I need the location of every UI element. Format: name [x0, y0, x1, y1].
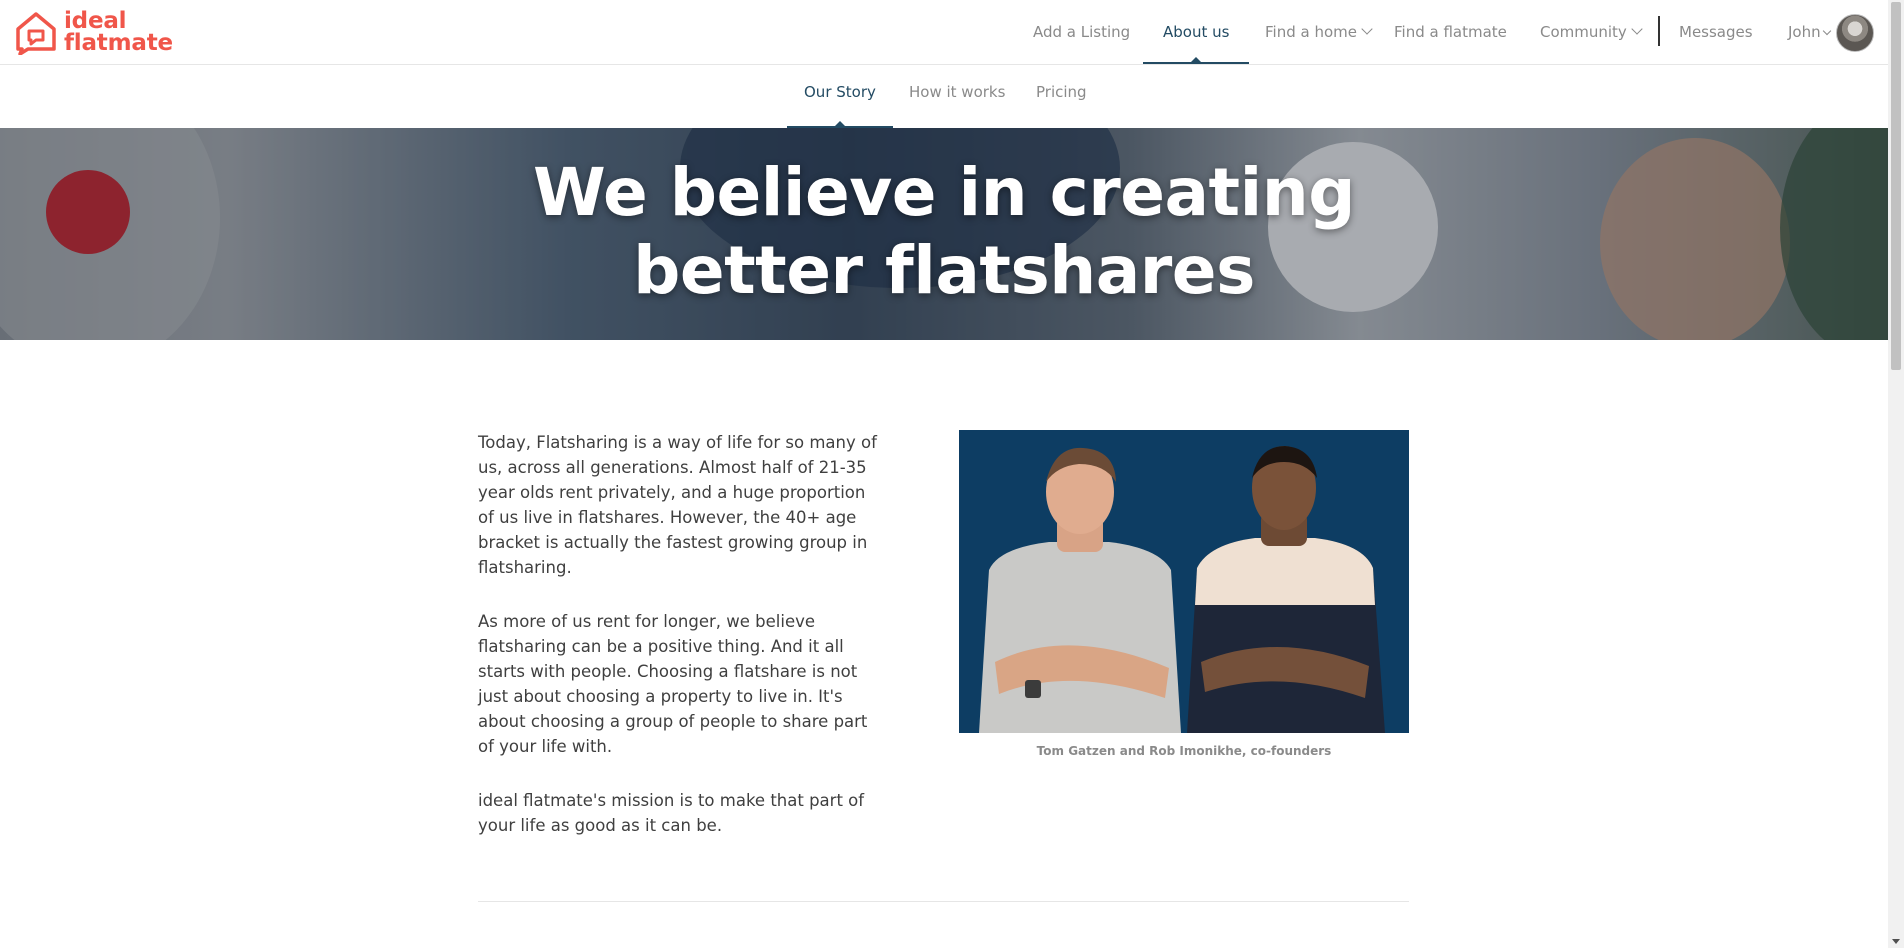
story-paragraph: ideal flatmate's mission is to make that…	[478, 791, 865, 835]
photo-caption: Tom Gatzen and Rob Imonikhe, co-founders	[1036, 744, 1332, 758]
nav-community[interactable]: Community	[1540, 0, 1643, 64]
logo-line-1: ideal	[64, 8, 127, 34]
hero-banner: We believe in creating better flatshares	[0, 128, 1888, 340]
page-scrollbar[interactable]	[1888, 0, 1904, 948]
founders-photo	[959, 430, 1409, 733]
hero-title: We believe in creating better flatshares	[0, 154, 1888, 310]
nav-divider	[1658, 16, 1660, 46]
tab-our-story[interactable]: Our Story	[787, 65, 893, 128]
nav-community-label: Community	[1540, 23, 1627, 41]
user-menu[interactable]: John	[1788, 0, 1831, 64]
house-chat-icon	[16, 12, 56, 55]
user-name: John	[1788, 23, 1821, 41]
logo-line-2: flatmate	[64, 30, 173, 56]
tab-how-it-works[interactable]: How it works	[909, 65, 1005, 128]
founders-illustration	[959, 430, 1409, 733]
scroll-down-arrow-icon[interactable]	[1892, 939, 1900, 944]
chevron-down-icon	[1631, 23, 1643, 35]
hero-title-line-2: better flatshares	[633, 232, 1255, 309]
section-divider	[478, 901, 1409, 902]
nav-messages[interactable]: Messages	[1679, 0, 1753, 64]
top-navbar: ideal flatmate Add a Listing About us Fi…	[0, 0, 1888, 65]
about-subnav: Our Story How it works Pricing	[0, 65, 1888, 128]
tab-pricing[interactable]: Pricing	[1036, 65, 1087, 128]
nav-about-us[interactable]: About us	[1142, 0, 1251, 64]
scrollbar-thumb[interactable]	[1891, 2, 1901, 370]
story-paragraph: Today, Flatsharing is a way of life for …	[478, 433, 877, 577]
chevron-down-icon	[1822, 26, 1831, 36]
hero-title-line-1: We believe in creating	[533, 154, 1355, 231]
avatar[interactable]	[1836, 14, 1874, 52]
nav-find-home[interactable]: Find a home	[1265, 0, 1373, 64]
story-paragraph: As more of us rent for longer, we believ…	[478, 612, 868, 756]
nav-find-home-label: Find a home	[1265, 23, 1357, 41]
logo-wordmark: ideal flatmate	[64, 8, 173, 56]
nav-add-listing[interactable]: Add a Listing	[1033, 0, 1130, 64]
story-text: Today, Flatsharing is a way of life for …	[478, 430, 878, 867]
chevron-down-icon	[1361, 23, 1373, 35]
nav-find-flatmate[interactable]: Find a flatmate	[1394, 0, 1507, 64]
site-logo[interactable]: ideal flatmate	[14, 9, 173, 55]
